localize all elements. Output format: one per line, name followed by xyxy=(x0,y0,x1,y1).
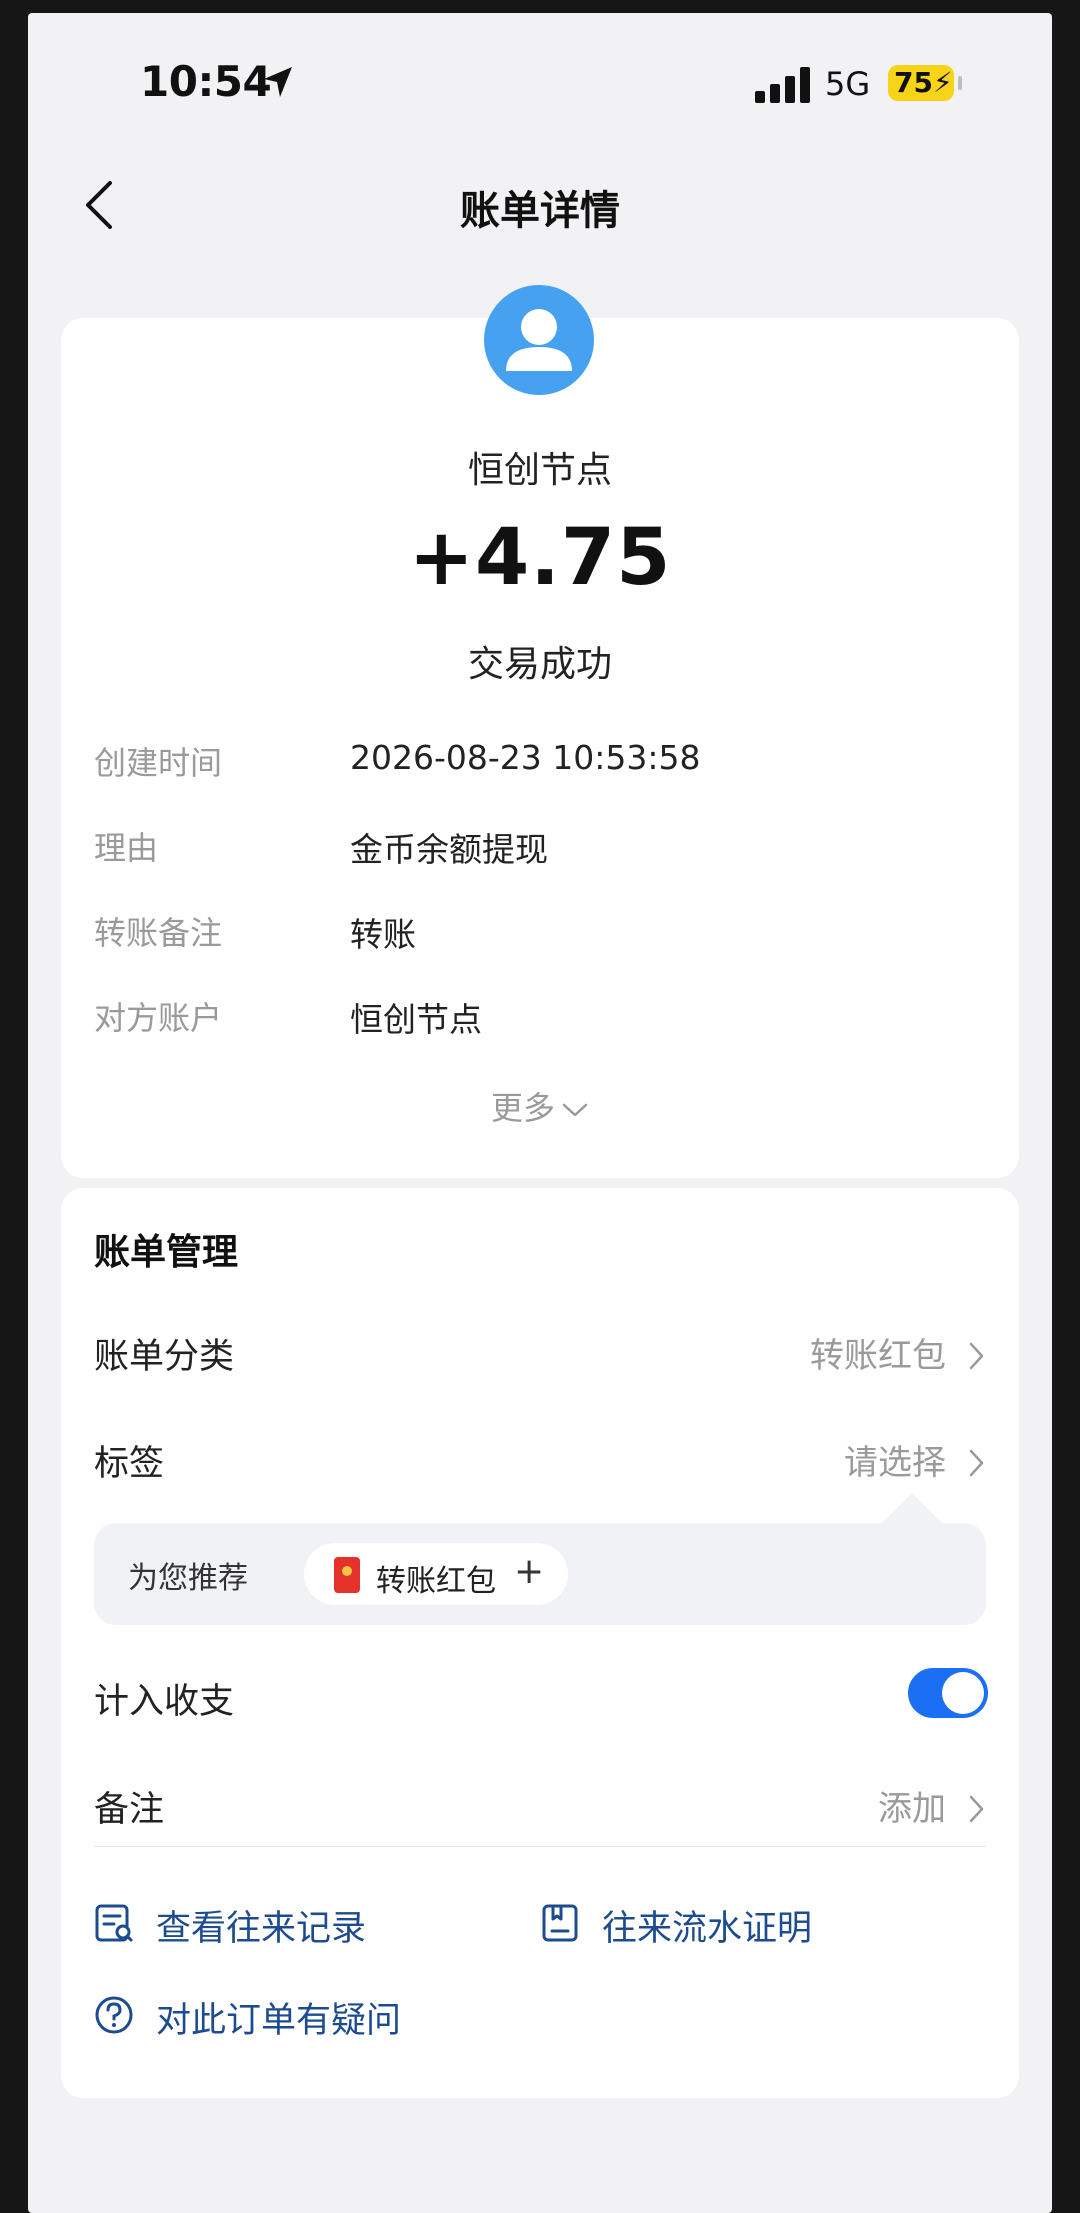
note-value: 添加 xyxy=(878,1789,946,1829)
category-row[interactable]: 账单分类 转账红包 xyxy=(94,1328,986,1388)
transaction-amount: +4.75 xyxy=(408,513,672,603)
recommend-chip[interactable]: 转账红包 + xyxy=(304,1543,568,1605)
status-bar: 10:54 5G 75⚡ xyxy=(28,13,1052,153)
include-label: 计入收支 xyxy=(94,1682,235,1722)
location-arrow-icon xyxy=(264,67,292,97)
note-row[interactable]: 备注 添加 xyxy=(94,1781,986,1841)
question-icon xyxy=(95,1996,133,2034)
tag-row[interactable]: 标签 请选择 xyxy=(94,1435,986,1495)
recommend-panel: 为您推荐 转账红包 + xyxy=(94,1523,986,1625)
order-question-link[interactable]: 对此订单有疑问 xyxy=(156,1992,401,2043)
page-title: 账单详情 xyxy=(460,188,620,234)
detail-value: 恒创节点 xyxy=(350,1000,482,1039)
view-history-link[interactable]: 查看往来记录 xyxy=(156,1900,366,1951)
network-type: 5G xyxy=(825,65,871,103)
note-label: 备注 xyxy=(94,1790,165,1830)
detail-label: 理由 xyxy=(94,829,159,867)
chevron-right-icon xyxy=(969,1449,984,1477)
include-row: 计入收支 xyxy=(94,1673,986,1733)
red-envelope-icon xyxy=(334,1557,360,1593)
detail-value: 转账 xyxy=(350,915,416,954)
section-title: 账单管理 xyxy=(94,1232,239,1273)
chip-label: 转账红包 xyxy=(376,1564,496,1599)
category-label: 账单分类 xyxy=(94,1337,235,1377)
detail-value: 金币余额提现 xyxy=(350,830,548,869)
detail-value: 2026-08-23 10:53:58 xyxy=(350,738,701,777)
statement-doc-icon xyxy=(542,1904,578,1942)
chevron-right-icon xyxy=(969,1795,984,1823)
detail-label: 转账备注 xyxy=(94,914,223,952)
statement-link[interactable]: 往来流水证明 xyxy=(602,1900,812,1951)
tag-label: 标签 xyxy=(94,1444,165,1484)
divider xyxy=(94,1846,986,1847)
battery-tip xyxy=(958,76,962,90)
chevron-right-icon xyxy=(969,1342,984,1370)
user-avatar-icon xyxy=(484,285,594,395)
detail-label: 创建时间 xyxy=(94,744,223,782)
battery-icon: 75⚡ xyxy=(888,65,954,101)
phone-screen: 10:54 5G 75⚡ 账单详情 恒创节点 +4.75 交易成功 创建时间 2… xyxy=(28,13,1052,2213)
category-value: 转账红包 xyxy=(810,1336,946,1376)
include-toggle[interactable] xyxy=(908,1668,988,1718)
recommend-label: 为您推荐 xyxy=(128,1561,248,1596)
counterparty-name: 恒创节点 xyxy=(467,450,612,491)
detail-label: 对方账户 xyxy=(94,999,223,1037)
bill-management-card xyxy=(61,1188,1019,2098)
recommend-pointer xyxy=(880,1493,944,1525)
chevron-down-icon xyxy=(562,1103,588,1117)
transaction-status: 交易成功 xyxy=(467,644,612,685)
status-time: 10:54 xyxy=(140,57,272,106)
more-button[interactable]: 更多 xyxy=(28,1083,1052,1129)
signal-icon xyxy=(755,67,811,103)
plus-icon: + xyxy=(514,1551,545,1592)
tag-value: 请选择 xyxy=(844,1443,946,1483)
more-label: 更多 xyxy=(490,1089,555,1127)
battery-level: 75 xyxy=(894,66,933,99)
record-search-icon xyxy=(95,1904,133,1942)
